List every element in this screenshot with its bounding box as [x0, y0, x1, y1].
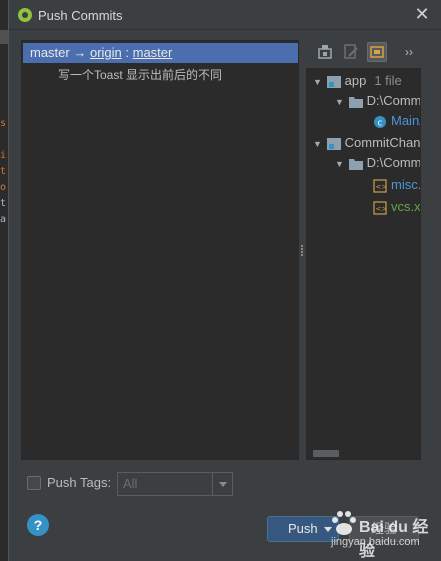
xml-file-icon: <> — [373, 178, 388, 193]
expand-arrow-icon[interactable]: ▼ — [313, 72, 323, 92]
editor-tab-fragment — [0, 30, 8, 44]
android-studio-icon — [18, 8, 32, 22]
code-fragment: i — [0, 150, 7, 161]
svg-text:c: c — [378, 118, 383, 128]
project-folder-icon — [326, 137, 341, 150]
svg-text:<>: <> — [376, 183, 388, 191]
chevron-down-icon[interactable] — [212, 473, 232, 495]
background-ide-editor: s i t o t a — [0, 0, 8, 561]
branch-row[interactable]: master → origin : master — [23, 43, 298, 63]
commit-list-panel: master → origin : master 写一个Toast 显示出前后的… — [21, 40, 299, 460]
group-by-directory-icon[interactable] — [367, 42, 387, 62]
push-button[interactable]: Push — [267, 516, 339, 542]
commit-details-icon[interactable] — [315, 42, 335, 62]
java-class-icon: c — [374, 115, 386, 128]
help-button[interactable]: ? — [27, 514, 49, 536]
code-fragment: s — [0, 118, 7, 129]
push-commits-dialog: Push Commits ✕ master → origin : master … — [8, 0, 441, 561]
tree-file-label: misc.x — [391, 177, 421, 192]
tree-file-item[interactable]: <>misc.x — [373, 175, 421, 195]
tree-node-label: D:\Comm — [366, 93, 421, 108]
tree-node-module[interactable]: ▼ app 1 file — [313, 71, 402, 91]
xml-file-icon: <> — [373, 200, 388, 215]
tree-file-label: MainA — [391, 113, 420, 128]
panel-splitter-handle[interactable] — [301, 244, 305, 258]
remote-link[interactable]: origin — [90, 45, 122, 60]
edit-commit-icon[interactable] — [341, 42, 361, 62]
dialog-titlebar[interactable]: Push Commits ✕ — [9, 0, 441, 30]
changed-files-tree: ▼ app 1 file ▼ D:\Comm c MainA ▼ CommitCha… — [306, 68, 421, 460]
tags-select-value: All — [123, 476, 138, 491]
tree-file-label: vcs.xm — [391, 199, 421, 214]
tree-file-item[interactable]: c MainA — [373, 111, 420, 131]
code-fragment: o — [0, 182, 7, 193]
push-arrow: → — [69, 45, 90, 60]
branch-separator: : — [121, 45, 133, 60]
svg-text:<>: <> — [376, 205, 388, 213]
expand-arrow-icon[interactable]: ▼ — [313, 134, 323, 154]
close-icon[interactable]: ✕ — [414, 5, 430, 23]
tree-node-label: D:\Comm — [366, 155, 421, 170]
tree-node-module[interactable]: ▼ CommitChang — [313, 133, 421, 154]
expand-arrow-icon[interactable]: ▼ — [335, 154, 345, 174]
push-tags-label: Push Tags: — [47, 475, 112, 490]
cancel-button[interactable]: 经验 — [349, 516, 419, 542]
push-tags-checkbox[interactable] — [27, 476, 41, 490]
tree-node-label: CommitChang — [344, 135, 421, 150]
commit-message-row[interactable]: 写一个Toast 显示出前后的不同 — [58, 65, 222, 85]
push-button-label: Push — [288, 521, 318, 536]
more-options-icon[interactable]: ›› — [405, 43, 425, 63]
tags-select[interactable]: All — [117, 472, 233, 496]
code-fragment: t — [0, 166, 7, 177]
tree-file-item[interactable]: <>vcs.xm — [373, 197, 421, 217]
horizontal-scrollbar[interactable] — [313, 450, 339, 457]
changes-toolbar: ›› — [305, 40, 425, 64]
file-count: 1 file — [374, 73, 402, 88]
remote-branch-link[interactable]: master — [133, 45, 173, 60]
expand-arrow-icon[interactable]: ▼ — [335, 92, 345, 112]
local-branch: master — [30, 45, 70, 60]
dialog-title: Push Commits — [38, 8, 123, 23]
tree-node-directory[interactable]: ▼ D:\Comm — [335, 153, 421, 174]
code-fragment: t — [0, 198, 7, 209]
folder-icon — [348, 158, 363, 170]
folder-icon — [348, 96, 363, 108]
tree-node-label: app — [344, 73, 367, 88]
code-fragment: a — [0, 214, 7, 225]
tree-node-directory[interactable]: ▼ D:\Comm — [335, 91, 421, 112]
module-folder-icon — [326, 75, 341, 88]
